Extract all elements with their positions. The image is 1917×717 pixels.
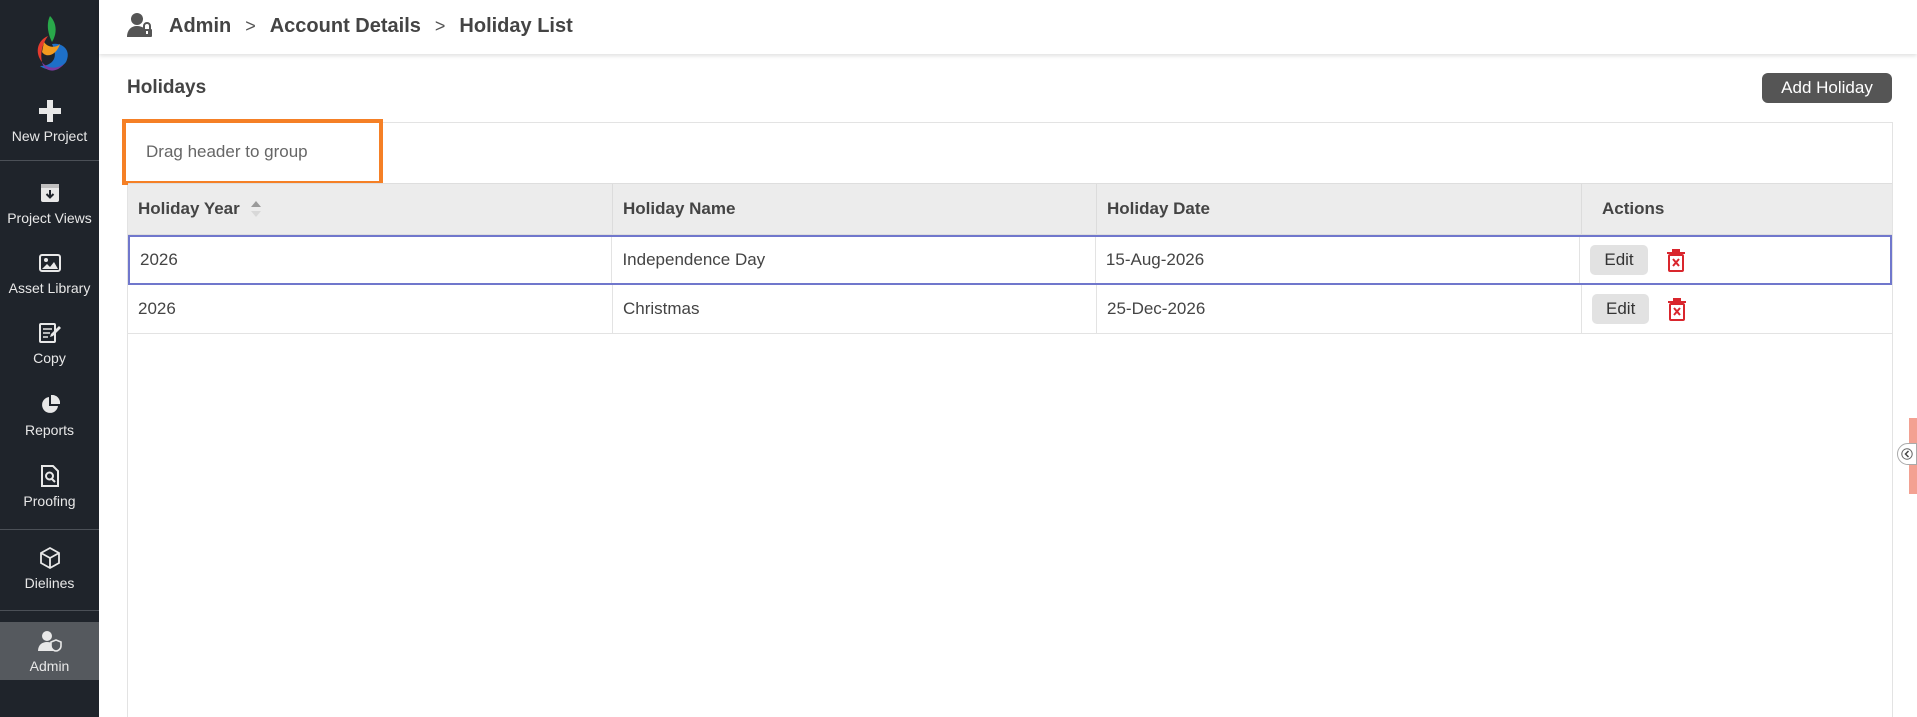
sidebar-divider: [0, 610, 99, 611]
edit-button[interactable]: Edit: [1592, 294, 1650, 324]
sidebar-item-label: Proofing: [23, 493, 76, 509]
sidebar-item-new-project[interactable]: New Project: [0, 98, 99, 148]
cell-date: 25-Dec-2026: [1097, 285, 1582, 333]
column-header-actions: Actions: [1582, 184, 1892, 234]
sidebar-divider: [0, 160, 99, 161]
column-header-label: Holiday Name: [623, 199, 736, 218]
sidebar-item-asset-library[interactable]: Asset Library: [0, 250, 99, 300]
add-holiday-button[interactable]: Add Holiday: [1762, 73, 1892, 103]
column-header-holiday-year[interactable]: Holiday Year: [128, 184, 613, 234]
user-lock-icon: [127, 13, 152, 37]
sidebar: New Project Project Views Asset Library …: [0, 0, 99, 717]
table-header: Holiday Year Holiday Name Holiday Date A…: [128, 183, 1892, 235]
breadcrumb: Admin > Account Details > Holiday List: [169, 15, 573, 38]
sidebar-item-label: Reports: [24, 422, 75, 438]
cell-year: 2026: [128, 285, 613, 333]
edit-document-icon: [37, 320, 63, 346]
sidebar-item-dielines[interactable]: Dielines: [0, 545, 99, 595]
sort-icon[interactable]: [250, 200, 262, 218]
sidebar-item-label: Copy: [33, 350, 66, 366]
column-header-label: Holiday Year: [138, 199, 240, 218]
image-icon: [37, 250, 63, 276]
delete-icon[interactable]: [1667, 297, 1687, 321]
column-header-holiday-name[interactable]: Holiday Name: [613, 184, 1097, 234]
inbox-download-icon: [37, 180, 63, 206]
plus-icon: [37, 98, 63, 124]
chevron-left-icon: [1901, 448, 1913, 460]
group-hint-text: Drag header to group: [146, 142, 308, 161]
app-logo[interactable]: [26, 12, 74, 74]
column-header-label: Holiday Date: [1107, 199, 1210, 218]
column-header-holiday-date[interactable]: Holiday Date: [1097, 184, 1582, 234]
cell-date: 15-Aug-2026: [1096, 237, 1581, 283]
cell-name: Christmas: [613, 285, 1097, 333]
column-header-label: Actions: [1602, 199, 1665, 218]
user-shield-icon: [37, 628, 63, 654]
group-drop-zone[interactable]: Drag header to group: [122, 119, 383, 185]
table-row[interactable]: 2026 Christmas 25-Dec-2026 Edit: [128, 285, 1892, 334]
sidebar-item-label: Admin: [29, 658, 70, 674]
pie-chart-icon: [37, 392, 63, 418]
breadcrumb-separator: >: [434, 16, 446, 36]
sidebar-item-label: Asset Library: [8, 280, 91, 296]
edit-button[interactable]: Edit: [1590, 245, 1648, 275]
box-icon: [37, 545, 63, 571]
sidebar-item-copy[interactable]: Copy: [0, 320, 99, 370]
table-row[interactable]: 2026 Independence Day 15-Aug-2026 Edit: [128, 235, 1892, 285]
breadcrumb-account-details[interactable]: Account Details: [270, 15, 421, 38]
sidebar-item-admin[interactable]: Admin: [0, 622, 99, 680]
page-title: Holidays: [127, 77, 207, 98]
sidebar-item-reports[interactable]: Reports: [0, 392, 99, 442]
cell-actions: Edit: [1582, 285, 1892, 333]
sidebar-item-label: New Project: [11, 128, 88, 144]
breadcrumb-holiday-list: Holiday List: [459, 15, 573, 37]
delete-icon[interactable]: [1666, 248, 1686, 272]
collapse-panel-handle[interactable]: [1897, 443, 1917, 465]
search-document-icon: [37, 463, 63, 489]
sidebar-divider: [0, 529, 99, 530]
cell-actions: Edit: [1580, 237, 1890, 283]
sidebar-item-label: Dielines: [24, 575, 75, 591]
holiday-grid: Drag header to group Holiday Year Holida…: [122, 119, 1893, 717]
cell-name: Independence Day: [612, 237, 1096, 283]
top-header: Admin > Account Details > Holiday List: [99, 0, 1917, 54]
sidebar-item-proofing[interactable]: Proofing: [0, 463, 99, 513]
sidebar-item-label: Project Views: [7, 210, 92, 226]
sidebar-item-project-views[interactable]: Project Views: [0, 180, 99, 230]
breadcrumb-separator: >: [245, 16, 256, 36]
breadcrumb-admin[interactable]: Admin: [169, 15, 231, 38]
cell-year: 2026: [130, 237, 613, 283]
